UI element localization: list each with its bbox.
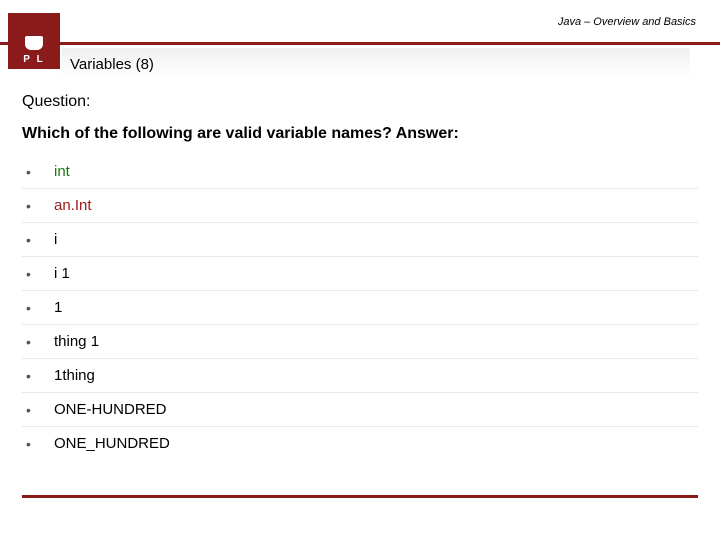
list-item-label: i <box>54 231 57 248</box>
bullet-icon: • <box>26 198 54 214</box>
title-row: P L Variables (8) <box>0 45 720 83</box>
bullet-icon: • <box>26 402 54 418</box>
list-item: •ONE-HUNDRED <box>22 393 698 427</box>
list-item: •an.Int <box>22 189 698 223</box>
list-item: •i 1 <box>22 257 698 291</box>
logo-inner: P L <box>23 34 44 65</box>
list-item: •1thing <box>22 359 698 393</box>
question-label: Question: <box>22 93 698 111</box>
list-item-label: thing 1 <box>54 333 99 350</box>
list-item-label: i 1 <box>54 265 70 282</box>
content-area: Question: Which of the following are val… <box>0 83 720 460</box>
bullet-icon: • <box>26 334 54 350</box>
header-bar: Java – Overview and Basics <box>0 0 720 42</box>
bullet-icon: • <box>26 232 54 248</box>
list-item-label: ONE-HUNDRED <box>54 401 167 418</box>
list-item-label: int <box>54 163 70 180</box>
list-item: •int <box>22 155 698 189</box>
shield-icon <box>25 36 43 50</box>
bullet-icon: • <box>26 368 54 384</box>
course-label: Java – Overview and Basics <box>558 16 696 28</box>
bullet-icon: • <box>26 266 54 282</box>
logo-letters: P L <box>23 54 44 65</box>
list-item: •thing 1 <box>22 325 698 359</box>
list-item-label: 1thing <box>54 367 95 384</box>
answer-list: •int•an.Int•i•i 1•1•thing 1•1thing•ONE-H… <box>22 155 698 460</box>
footer-divider <box>22 495 698 498</box>
title-bg: Variables (8) <box>62 48 690 80</box>
list-item: •ONE_HUNDRED <box>22 427 698 460</box>
list-item-label: ONE_HUNDRED <box>54 435 170 452</box>
bullet-icon: • <box>26 164 54 180</box>
question-text: Which of the following are valid variabl… <box>22 125 698 143</box>
bullet-icon: • <box>26 300 54 316</box>
list-item-label: an.Int <box>54 197 92 214</box>
bullet-icon: • <box>26 436 54 452</box>
list-item: •i <box>22 223 698 257</box>
logo-icon: P L <box>8 13 60 69</box>
slide-title: Variables (8) <box>70 56 154 73</box>
list-item: •1 <box>22 291 698 325</box>
list-item-label: 1 <box>54 299 62 316</box>
